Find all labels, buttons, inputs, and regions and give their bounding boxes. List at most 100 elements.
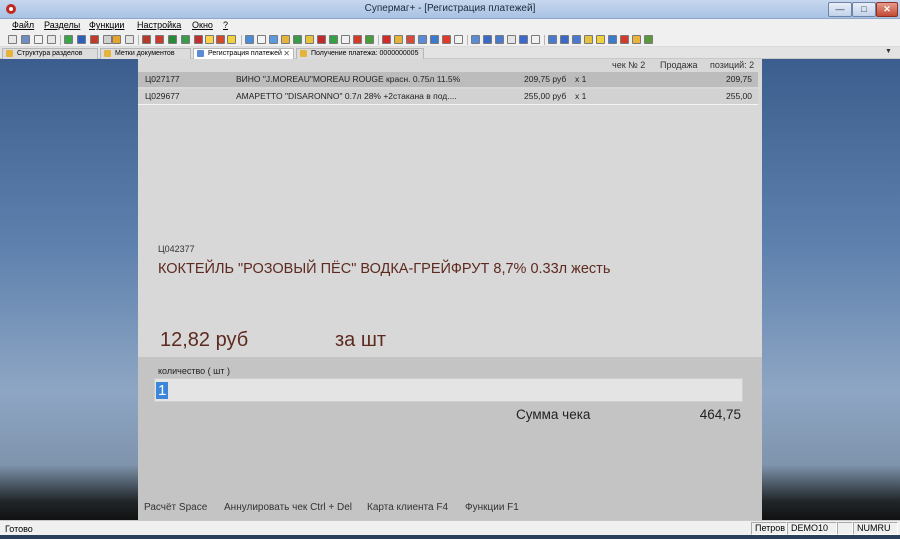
note-icon[interactable] — [454, 35, 463, 44]
total-label: Сумма чека — [516, 407, 591, 422]
print-icon[interactable] — [341, 35, 350, 44]
house-icon[interactable] — [90, 35, 99, 44]
star-icon[interactable] — [584, 35, 593, 44]
current-item-price: 12,82 руб — [160, 329, 249, 351]
line-sum: 209,75 — [726, 74, 752, 84]
receipt-line[interactable]: Ц029677 AMAPETTO "DISARONNO" 0.7л 28% +2… — [138, 89, 758, 104]
line-qty: x 1 — [575, 74, 587, 84]
magic-icon[interactable] — [596, 35, 605, 44]
tab-payment-receipt[interactable]: Получение платежа: 0000000005 — [296, 48, 424, 59]
money-icon[interactable] — [620, 35, 629, 44]
open-icon[interactable] — [365, 35, 374, 44]
group-icon[interactable] — [507, 35, 516, 44]
line-sum: 255,00 — [726, 91, 752, 101]
nav-prev-icon[interactable] — [560, 35, 569, 44]
doc-in-icon[interactable] — [269, 35, 278, 44]
tag-icon — [104, 50, 111, 57]
positions-count: позиций: 2 — [710, 60, 755, 70]
tab-sections-structure[interactable]: Структура разделов — [2, 48, 98, 59]
client-card-hotkey[interactable]: Карта клиента F4 — [367, 502, 448, 513]
globe-icon[interactable] — [77, 35, 86, 44]
folder-icon — [6, 50, 13, 57]
menu-help[interactable]: ? — [223, 20, 228, 30]
copy-icon[interactable] — [8, 35, 17, 44]
remove-icon[interactable] — [406, 35, 415, 44]
quantity-label: количество ( шт ) — [158, 366, 230, 376]
paste-icon[interactable] — [418, 35, 427, 44]
tab-list-dropdown-icon[interactable]: ▼ — [885, 48, 892, 55]
document-green-icon[interactable] — [64, 35, 73, 44]
sort-icon[interactable] — [483, 35, 492, 44]
menu-file[interactable]: Файл — [12, 20, 34, 30]
bell-icon[interactable] — [227, 35, 236, 44]
warning-icon[interactable] — [205, 35, 214, 44]
quantity-value[interactable]: 1 — [156, 382, 169, 399]
line-price: 209,75 руб — [524, 74, 567, 84]
cut-icon[interactable] — [394, 35, 403, 44]
sheet-icon[interactable] — [181, 35, 190, 44]
receipt-line[interactable]: Ц027177 ВИНО "J.MOREAU"MOREAU ROUGE крас… — [138, 72, 758, 87]
tab-label: Регистрация платежей — [208, 50, 282, 57]
move-icon[interactable] — [305, 35, 314, 44]
excel-icon[interactable] — [329, 35, 338, 44]
menu-window[interactable]: Окно — [192, 20, 213, 30]
receipt-icon — [300, 50, 307, 57]
menu-functions[interactable]: Функции — [89, 20, 124, 30]
maximize-button[interactable]: □ — [852, 2, 876, 17]
menu-sections[interactable]: Разделы — [44, 20, 80, 30]
filter-icon[interactable] — [471, 35, 480, 44]
line-code: Ц027177 — [145, 74, 180, 84]
ungroup-icon[interactable] — [519, 35, 528, 44]
menu-settings[interactable]: Настройка — [137, 20, 181, 30]
input-area: количество ( шт ) 1 Сумма чека 464,75 Ра… — [138, 357, 762, 520]
tab-document-labels[interactable]: Метки документов — [100, 48, 191, 59]
calc-icon[interactable] — [608, 35, 617, 44]
quantity-input[interactable]: 1 — [154, 378, 743, 402]
cancel-icon[interactable] — [442, 35, 451, 44]
folder-red-icon[interactable] — [142, 35, 151, 44]
chart-icon[interactable] — [112, 35, 121, 44]
coins-icon[interactable] — [644, 35, 653, 44]
tab-label: Метки документов — [115, 50, 175, 57]
doc-out-icon[interactable] — [281, 35, 290, 44]
window-title: Супермаг+ - [Регистрация платежей] — [364, 3, 536, 14]
line-code: Ц029677 — [145, 91, 180, 101]
book-icon[interactable] — [155, 35, 164, 44]
payment-hotkey[interactable]: Расчёт Space — [144, 502, 207, 513]
minimize-button[interactable]: — — [828, 2, 852, 17]
bookmark-icon[interactable] — [317, 35, 326, 44]
functions-hotkey[interactable]: Функции F1 — [465, 502, 519, 513]
flag-icon[interactable] — [216, 35, 225, 44]
tab-payment-registration[interactable]: Регистрация платежей ✕ — [193, 48, 294, 59]
toolbar — [0, 33, 900, 47]
wallet-icon[interactable] — [632, 35, 641, 44]
refresh-icon[interactable] — [293, 35, 302, 44]
export-icon[interactable] — [257, 35, 266, 44]
current-item-unit: за шт — [335, 329, 387, 351]
report-icon[interactable] — [103, 35, 112, 44]
save-icon[interactable] — [353, 35, 362, 44]
grid-icon[interactable] — [21, 35, 30, 44]
cancel-check-hotkey[interactable]: Аннулировать чек Ctrl + Del — [224, 502, 352, 513]
total-value: 464,75 — [699, 407, 741, 422]
close-button[interactable]: ✕ — [876, 2, 898, 17]
pos-panel: чек № 2 Продажа позиций: 2 Ц027177 ВИНО … — [138, 59, 762, 520]
nav-next-icon[interactable] — [572, 35, 581, 44]
row-divider — [138, 104, 758, 105]
find-icon[interactable] — [495, 35, 504, 44]
tools-icon[interactable] — [125, 35, 134, 44]
list-icon[interactable] — [34, 35, 43, 44]
text-icon[interactable] — [531, 35, 540, 44]
cards-icon[interactable] — [194, 35, 203, 44]
tab-label: Структура разделов — [17, 50, 83, 57]
close-tab-icon[interactable]: ✕ — [283, 49, 290, 58]
status-database: DEMO10 — [787, 522, 837, 535]
current-item-code: Ц042377 — [158, 244, 195, 254]
duplicate-icon[interactable] — [430, 35, 439, 44]
table-icon[interactable] — [168, 35, 177, 44]
delete-icon[interactable] — [382, 35, 391, 44]
current-item-name: КОКТЕЙЛЬ "РОЗОВЫЙ ПЁС" ВОДКА-ГРЕЙФРУТ 8,… — [158, 261, 611, 277]
nav-first-icon[interactable] — [548, 35, 557, 44]
tree-icon[interactable] — [47, 35, 56, 44]
import-icon[interactable] — [245, 35, 254, 44]
